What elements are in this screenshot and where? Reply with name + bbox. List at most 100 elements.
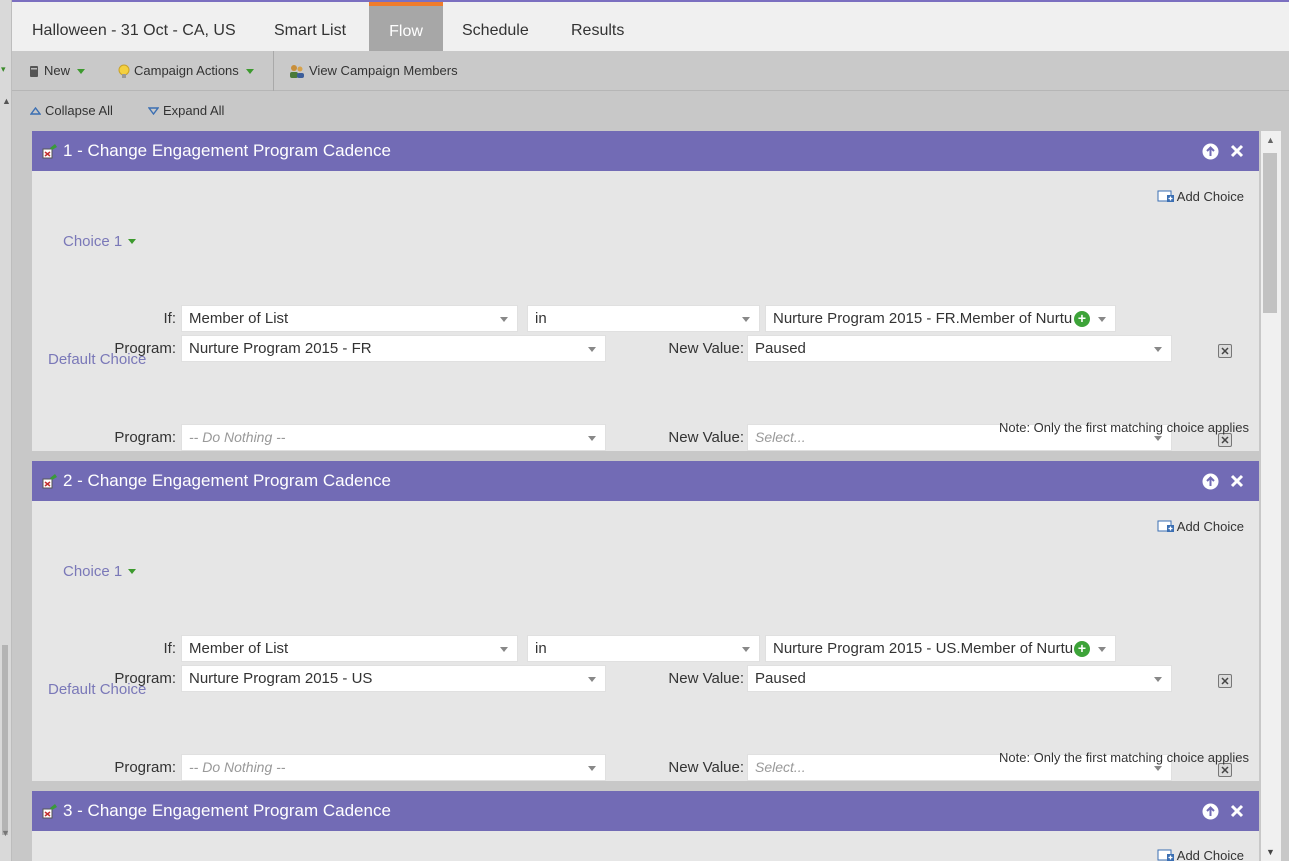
default-choice-label: Default Choice xyxy=(48,681,147,698)
if-value-select[interactable]: Nurture Program 2015 - US.Member of Nurt… xyxy=(765,635,1116,662)
move-up-icon[interactable] xyxy=(1200,471,1220,491)
tab-results[interactable]: Results xyxy=(571,2,624,51)
program-select[interactable]: Nurture Program 2015 - US xyxy=(181,665,606,692)
default-program-select[interactable]: -- Do Nothing -- xyxy=(181,754,606,781)
add-choice-button[interactable]: Add Choice xyxy=(1157,847,1244,861)
if-operator-value: in xyxy=(535,640,547,657)
new-value-select[interactable]: Paused xyxy=(747,665,1172,692)
if-operator-select[interactable]: in xyxy=(527,305,760,332)
flow-step-icon xyxy=(42,803,58,819)
delete-choice-icon[interactable] xyxy=(1218,344,1232,358)
program-select[interactable]: Nurture Program 2015 - FR xyxy=(181,335,606,362)
collapse-all-label: Collapse All xyxy=(45,103,113,118)
new-value-label: New Value: xyxy=(668,670,744,687)
default-new-value-text: Select... xyxy=(755,759,806,775)
close-icon[interactable] xyxy=(1227,801,1247,821)
left-panel-scrollbar[interactable]: ▾ ▲ ▼ xyxy=(0,0,12,861)
chevron-down-icon xyxy=(1154,347,1162,352)
lightbulb-icon xyxy=(118,64,130,78)
tab-flow[interactable]: Flow xyxy=(369,2,443,51)
flow-step-3: 3 - Change Engagement Program Cadence Ad… xyxy=(32,791,1259,861)
add-choice-label: Add Choice xyxy=(1176,847,1244,861)
if-attribute-select[interactable]: Member of List xyxy=(181,305,518,332)
choice-1-label[interactable]: Choice 1 xyxy=(63,563,137,580)
tab-smart-list[interactable]: Smart List xyxy=(274,2,346,51)
add-choice-icon xyxy=(1157,849,1174,861)
choice-1-text: Choice 1 xyxy=(63,233,123,250)
expand-all-button[interactable]: Expand All xyxy=(148,103,224,118)
expand-icon xyxy=(148,106,159,115)
program-value: Nurture Program 2015 - FR xyxy=(189,340,372,357)
chevron-down-icon xyxy=(588,766,596,771)
flow-step-header[interactable]: 3 - Change Engagement Program Cadence xyxy=(32,791,1259,831)
default-program-select[interactable]: -- Do Nothing -- xyxy=(181,424,606,451)
delete-choice-icon[interactable] xyxy=(1218,433,1232,447)
matching-choice-note: Note: Only the first matching choice app… xyxy=(998,750,1249,765)
default-program-value: -- Do Nothing -- xyxy=(189,759,286,775)
chevron-down-icon xyxy=(500,317,508,322)
chevron-down-icon xyxy=(1098,317,1106,322)
chevron-down-icon xyxy=(1154,436,1162,441)
chevron-down-icon xyxy=(128,569,137,574)
choice-1-text: Choice 1 xyxy=(63,563,123,580)
add-choice-label: Add Choice xyxy=(1176,518,1244,534)
new-icon xyxy=(30,65,38,77)
campaign-actions-button[interactable]: Campaign Actions xyxy=(118,51,254,91)
chevron-down-icon xyxy=(500,647,508,652)
new-value-label: New Value: xyxy=(668,429,744,446)
flow-step-2: 2 - Change Engagement Program Cadence Ad… xyxy=(32,461,1259,781)
scroll-up-icon[interactable]: ▲ xyxy=(2,96,11,106)
new-value-label: New Value: xyxy=(668,340,744,357)
flow-step-header[interactable]: 2 - Change Engagement Program Cadence xyxy=(32,461,1259,501)
scroll-down-icon[interactable]: ▼ xyxy=(1,828,10,838)
choice-1-label[interactable]: Choice 1 xyxy=(63,233,137,250)
chevron-down-icon xyxy=(742,647,750,652)
add-value-icon[interactable]: + xyxy=(1074,641,1090,657)
program-value: Nurture Program 2015 - US xyxy=(189,670,373,687)
view-campaign-members-button[interactable]: View Campaign Members xyxy=(288,51,458,91)
delete-choice-icon[interactable] xyxy=(1218,674,1232,688)
add-choice-button[interactable]: Add Choice xyxy=(1157,188,1244,204)
flow-subbar: Collapse All Expand All xyxy=(12,92,1289,130)
matching-choice-note: Note: Only the first matching choice app… xyxy=(998,420,1249,435)
close-icon[interactable] xyxy=(1227,471,1247,491)
add-choice-button[interactable]: Add Choice xyxy=(1157,518,1244,534)
flow-scrollbar[interactable]: ▲ ▼ xyxy=(1261,131,1281,861)
new-button[interactable]: New xyxy=(28,51,86,91)
scroll-up-icon[interactable]: ▲ xyxy=(1266,135,1275,145)
default-program-value: -- Do Nothing -- xyxy=(189,429,286,445)
flow-step-title: 2 - Change Engagement Program Cadence xyxy=(63,471,391,490)
chevron-down-icon xyxy=(1098,647,1106,652)
delete-choice-icon[interactable] xyxy=(1218,763,1232,777)
scroll-down-icon[interactable]: ▼ xyxy=(1266,847,1275,857)
scroll-thumb[interactable] xyxy=(1263,153,1277,313)
left-scroll-thumb[interactable] xyxy=(2,645,8,835)
expand-all-label: Expand All xyxy=(163,103,225,118)
new-label: New xyxy=(44,63,71,78)
flow-step-title: 1 - Change Engagement Program Cadence xyxy=(63,141,391,160)
flow-step-title: 3 - Change Engagement Program Cadence xyxy=(63,801,391,820)
flow-step-body: Add Choice xyxy=(32,831,1259,861)
new-value-text: Paused xyxy=(755,670,806,687)
if-value-select[interactable]: Nurture Program 2015 - FR.Member of Nurt… xyxy=(765,305,1116,332)
if-attribute-select[interactable]: Member of List xyxy=(181,635,518,662)
chevron-down-icon xyxy=(588,677,596,682)
tab-schedule[interactable]: Schedule xyxy=(462,2,529,51)
toolbar-divider xyxy=(273,51,274,91)
flow-step-header[interactable]: 1 - Change Engagement Program Cadence xyxy=(32,131,1259,171)
people-icon xyxy=(290,64,304,78)
tab-program-name[interactable]: Halloween - 31 Oct - CA, US xyxy=(32,2,236,51)
default-choice-label: Default Choice xyxy=(48,351,147,368)
chevron-down-icon xyxy=(77,68,86,74)
collapse-icon xyxy=(30,106,41,115)
close-icon[interactable] xyxy=(1227,141,1247,161)
if-attribute-value: Member of List xyxy=(189,310,289,327)
new-value-select[interactable]: Paused xyxy=(747,335,1172,362)
collapse-all-button[interactable]: Collapse All xyxy=(30,103,113,118)
move-up-icon[interactable] xyxy=(1200,801,1220,821)
expand-arrow-icon[interactable]: ▾ xyxy=(1,64,6,75)
if-operator-select[interactable]: in xyxy=(527,635,760,662)
add-value-icon[interactable]: + xyxy=(1074,311,1090,327)
if-value-text: Nurture Program 2015 - FR.Member of Nurt… xyxy=(773,310,1073,327)
move-up-icon[interactable] xyxy=(1200,141,1220,161)
